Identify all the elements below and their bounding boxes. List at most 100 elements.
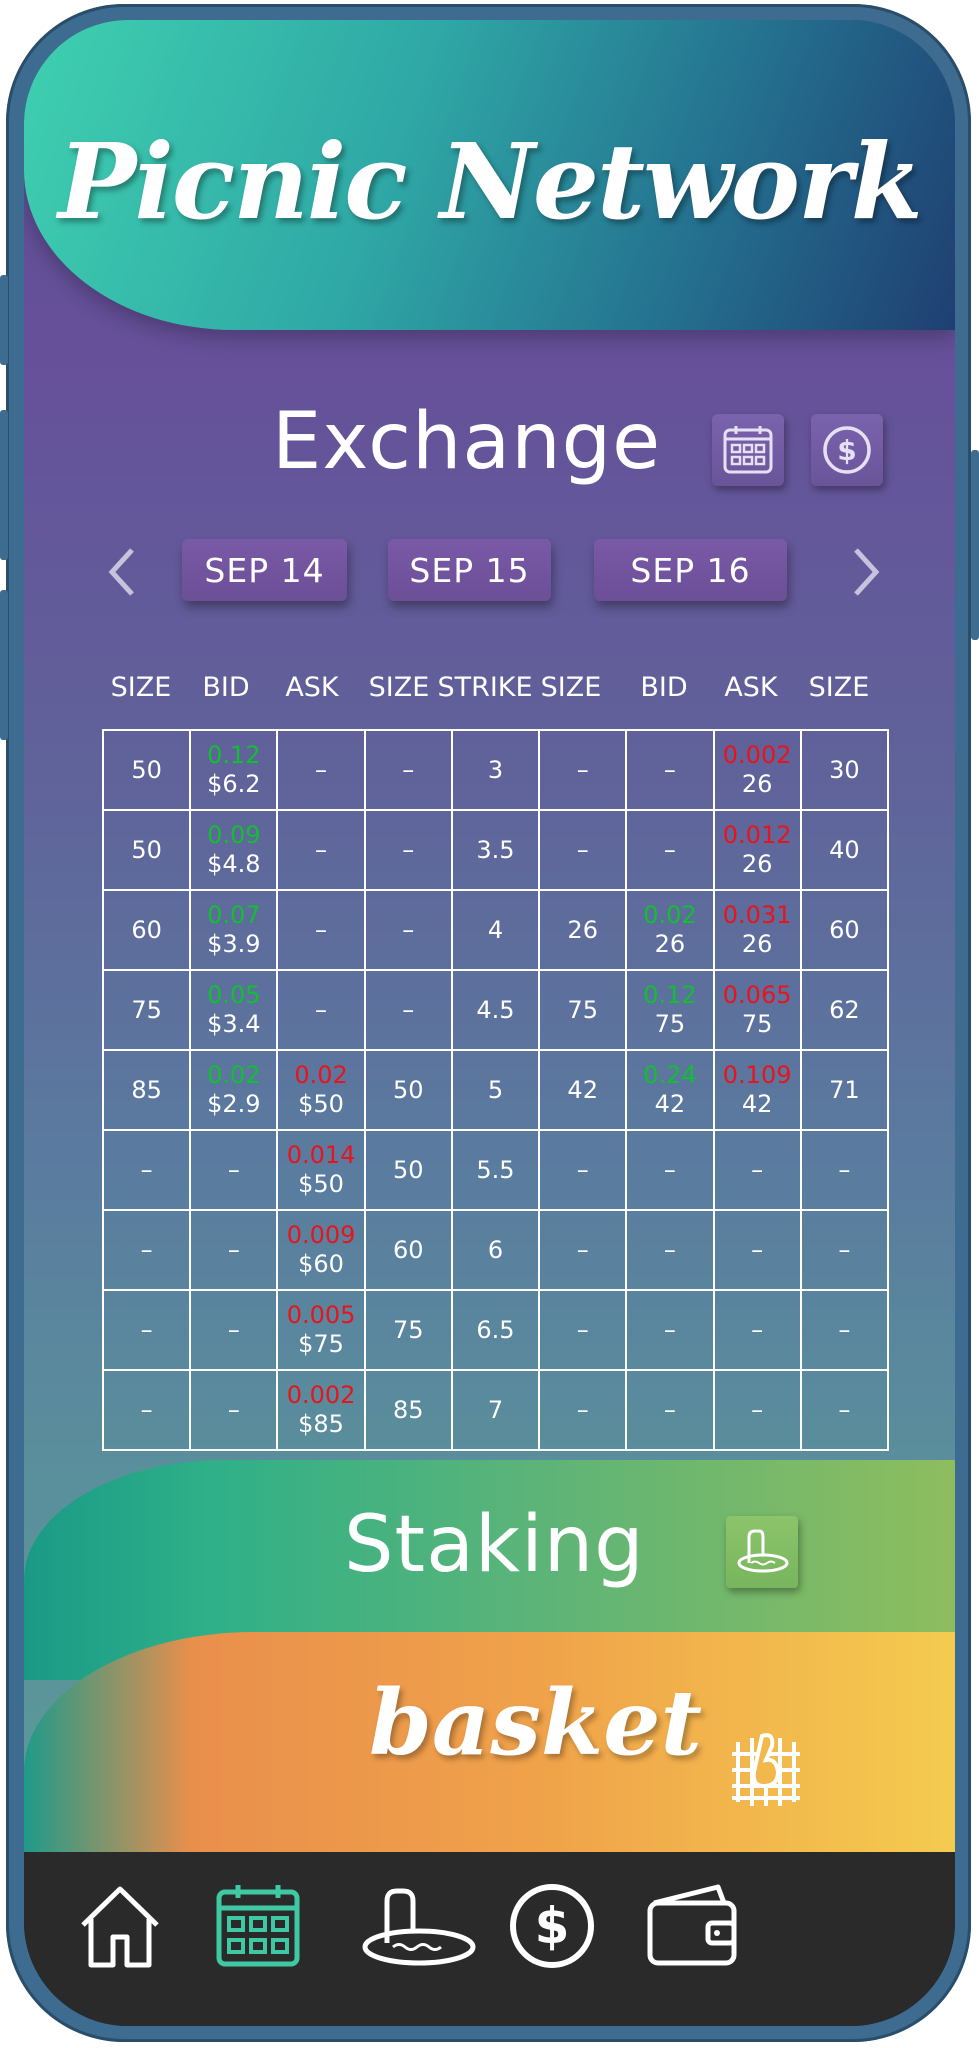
cell-strike[interactable]: 3 bbox=[450, 729, 541, 811]
cell-size-far[interactable]: – bbox=[799, 1289, 890, 1371]
cell-size-far[interactable]: 71 bbox=[799, 1049, 890, 1131]
cell-size-left[interactable]: 60 bbox=[101, 889, 192, 971]
cell-size-right[interactable]: – bbox=[538, 809, 628, 891]
cell-ask-left[interactable]: 0.002 $85 bbox=[276, 1369, 366, 1451]
cell-ask-left[interactable]: 0.005 $75 bbox=[276, 1289, 366, 1371]
cell-ask-right[interactable]: – bbox=[712, 1129, 802, 1211]
cell-strike[interactable]: 3.5 bbox=[450, 809, 541, 891]
cell-size-left[interactable]: – bbox=[101, 1369, 192, 1451]
cell-ask-right[interactable]: 0.109 42 bbox=[712, 1049, 802, 1131]
cell-size-far[interactable]: 62 bbox=[799, 969, 890, 1051]
nav-home[interactable] bbox=[70, 1876, 170, 1976]
cell-strike[interactable]: 7 bbox=[450, 1369, 541, 1451]
cell-size-far[interactable]: – bbox=[799, 1129, 890, 1211]
cell-size-mid[interactable]: 75 bbox=[363, 1289, 453, 1371]
cell-strike[interactable]: 4.5 bbox=[450, 969, 541, 1051]
cell-size-mid[interactable]: – bbox=[363, 809, 453, 891]
cell-size-right[interactable]: 75 bbox=[538, 969, 628, 1051]
cell-bid-right[interactable]: – bbox=[625, 729, 715, 811]
cell-ask-left[interactable]: 0.014 $50 bbox=[276, 1129, 366, 1211]
table-row: 85 0.02 $2.9 0.02 $50 50 5 42 0.24 42 0.109 42 71 bbox=[101, 1049, 890, 1131]
nav-wallet[interactable] bbox=[642, 1876, 742, 1976]
cell-ask-left[interactable]: 0.009 $60 bbox=[276, 1209, 366, 1291]
date-tab-sep-16[interactable]: SEP 16 bbox=[594, 539, 787, 601]
cell-ask-left[interactable]: 0.02 $50 bbox=[276, 1049, 366, 1131]
cell-size-right[interactable]: 26 bbox=[538, 889, 628, 971]
cell-size-far[interactable]: – bbox=[799, 1369, 890, 1451]
cell-strike[interactable]: 5.5 bbox=[450, 1129, 541, 1211]
cell-ask-right[interactable]: 0.031 26 bbox=[712, 889, 802, 971]
cell-ask-right[interactable]: 0.012 26 bbox=[712, 809, 802, 891]
cell-bid-left[interactable]: – bbox=[189, 1289, 279, 1371]
date-tab-sep-14[interactable]: SEP 14 bbox=[182, 539, 347, 601]
nav-calendar[interactable] bbox=[208, 1876, 308, 1976]
cell-size-right[interactable]: – bbox=[538, 1129, 628, 1211]
cell-bid-left[interactable]: 0.07 $3.9 bbox=[189, 889, 279, 971]
cell-bid-left[interactable]: – bbox=[189, 1129, 279, 1211]
cell-bid-right[interactable]: 0.24 42 bbox=[625, 1049, 715, 1131]
ask-price: 0.02 bbox=[294, 1061, 348, 1089]
cell-size-mid[interactable]: – bbox=[363, 889, 453, 971]
calendar-button[interactable] bbox=[712, 414, 784, 486]
cell-bid-left[interactable]: 0.05 $3.4 bbox=[189, 969, 279, 1051]
cell-strike[interactable]: 4 bbox=[450, 889, 541, 971]
cell-size-left[interactable]: 50 bbox=[101, 809, 192, 891]
cell-size-right[interactable]: – bbox=[538, 1209, 628, 1291]
cell-bid-right[interactable]: 0.12 75 bbox=[625, 969, 715, 1051]
date-tab-sep-15[interactable]: SEP 15 bbox=[388, 539, 551, 601]
nav-exchange[interactable]: $ bbox=[502, 1876, 602, 1976]
cell-bid-right[interactable]: 0.02 26 bbox=[625, 889, 715, 971]
cell-ask-left[interactable]: – bbox=[276, 729, 366, 811]
cell-size-left[interactable]: – bbox=[101, 1209, 192, 1291]
cell-bid-right[interactable]: – bbox=[625, 809, 715, 891]
next-date-arrow-icon[interactable] bbox=[846, 542, 886, 602]
cell-strike[interactable]: 6 bbox=[450, 1209, 541, 1291]
cell-ask-right[interactable]: – bbox=[712, 1209, 802, 1291]
cell-bid-right[interactable]: – bbox=[625, 1369, 715, 1451]
cell-ask-left[interactable]: – bbox=[276, 809, 366, 891]
cell-size-right[interactable]: – bbox=[538, 1369, 628, 1451]
cell-sub-value: $6.2 bbox=[207, 770, 261, 798]
cell-size-left[interactable]: 50 bbox=[101, 729, 192, 811]
prev-date-arrow-icon[interactable] bbox=[102, 542, 142, 602]
cell-size-mid[interactable]: – bbox=[363, 729, 453, 811]
cell-ask-left[interactable]: – bbox=[276, 889, 366, 971]
cell-size-left[interactable]: – bbox=[101, 1289, 192, 1371]
cell-size-left[interactable]: 75 bbox=[101, 969, 192, 1051]
cell-size-mid[interactable]: 50 bbox=[363, 1129, 453, 1211]
cell-bid-left[interactable]: 0.02 $2.9 bbox=[189, 1049, 279, 1131]
cell-size-mid[interactable]: 60 bbox=[363, 1209, 453, 1291]
cell-bid-left[interactable]: – bbox=[189, 1369, 279, 1451]
cell-size-mid[interactable]: 85 bbox=[363, 1369, 453, 1451]
cell-bid-right[interactable]: – bbox=[625, 1129, 715, 1211]
cell-bid-right[interactable]: – bbox=[625, 1209, 715, 1291]
cell-size-right[interactable]: – bbox=[538, 729, 628, 811]
cell-ask-right[interactable]: 0.002 26 bbox=[712, 729, 802, 811]
cell-size-mid[interactable]: – bbox=[363, 969, 453, 1051]
cell-bid-left[interactable]: – bbox=[189, 1209, 279, 1291]
cell-bid-left[interactable]: 0.09 $4.8 bbox=[189, 809, 279, 891]
dollar-icon: $ bbox=[510, 1884, 594, 1968]
cell-bid-right[interactable]: – bbox=[625, 1289, 715, 1371]
cell-bid-left[interactable]: 0.12 $6.2 bbox=[189, 729, 279, 811]
cell-size-far[interactable]: 30 bbox=[799, 729, 890, 811]
cell-size-far[interactable]: 60 bbox=[799, 889, 890, 971]
staking-button[interactable] bbox=[726, 1516, 798, 1588]
currency-button[interactable]: $ bbox=[811, 414, 883, 486]
cell-size-right[interactable]: 42 bbox=[538, 1049, 628, 1131]
cell-size-left[interactable]: 85 bbox=[101, 1049, 192, 1131]
cell-strike[interactable]: 5 bbox=[450, 1049, 541, 1131]
cell-size-right[interactable]: – bbox=[538, 1289, 628, 1371]
cell-ask-right[interactable]: – bbox=[712, 1369, 802, 1451]
cell-size-far[interactable]: – bbox=[799, 1209, 890, 1291]
nav-staking[interactable] bbox=[354, 1876, 484, 1976]
cell-ask-left[interactable]: – bbox=[276, 969, 366, 1051]
cell-strike[interactable]: 6.5 bbox=[450, 1289, 541, 1371]
cell-size-far[interactable]: 40 bbox=[799, 809, 890, 891]
cell-size-left[interactable]: – bbox=[101, 1129, 192, 1211]
cell-value: – bbox=[663, 755, 676, 784]
cell-size-mid[interactable]: 50 bbox=[363, 1049, 453, 1131]
cell-sub-value: $2.9 bbox=[207, 1090, 261, 1118]
cell-ask-right[interactable]: 0.065 75 bbox=[712, 969, 802, 1051]
cell-ask-right[interactable]: – bbox=[712, 1289, 802, 1371]
